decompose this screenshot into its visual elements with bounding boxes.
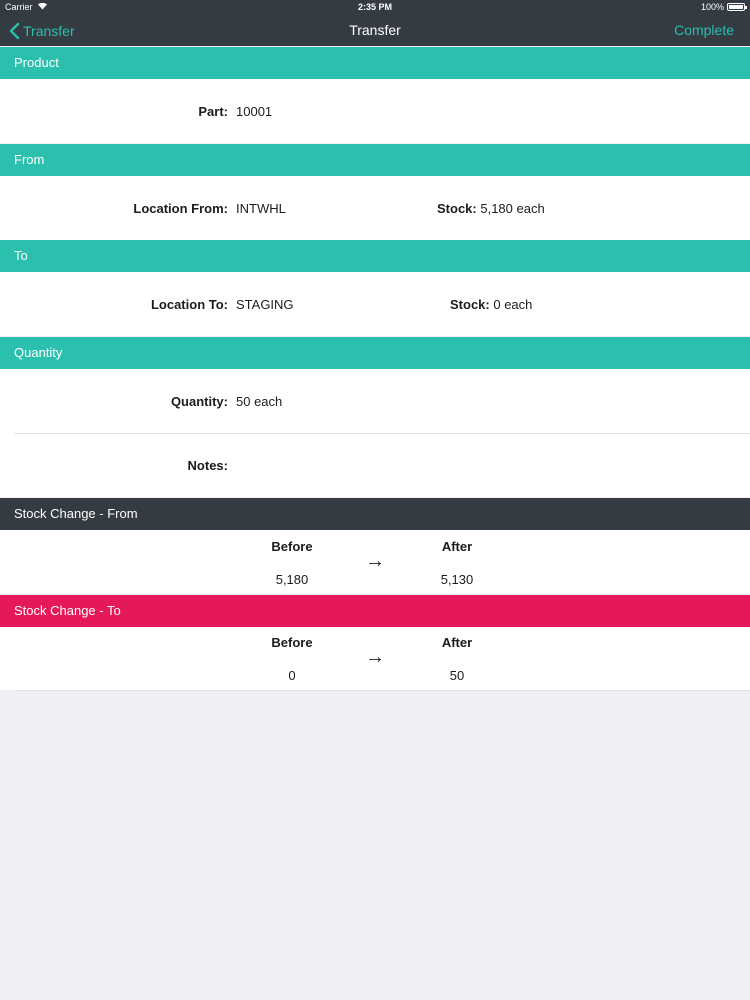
complete-button[interactable]: Complete — [674, 22, 734, 38]
arrow-right-icon: → — [365, 550, 385, 572]
location-to-value[interactable]: STAGING — [236, 297, 294, 312]
from-panel: Location From: INTWHL Stock: 5,180 each — [0, 176, 750, 240]
to-panel: Location To: STAGING Stock: 0 each — [0, 272, 750, 336]
page-title: Transfer — [349, 22, 401, 38]
section-header-stock-change-from: Stock Change - From — [0, 498, 750, 530]
product-panel: Part: 10001 — [0, 79, 750, 143]
section-header-from: From — [0, 144, 750, 176]
quantity-panel: Quantity: 50 each Notes: — [0, 369, 750, 497]
stock-change-from-after-value: 5,130 — [440, 572, 474, 587]
divider — [14, 433, 750, 434]
section-header-product: Product — [0, 47, 750, 79]
location-from-label: Location From: — [133, 201, 228, 216]
quantity-value[interactable]: 50 each — [236, 394, 282, 409]
stock-change-to-after-label: After — [441, 635, 473, 650]
to-stock-label: Stock: — [450, 297, 490, 312]
quantity-label: Quantity: — [170, 394, 228, 409]
section-header-stock-change-to: Stock Change - To — [0, 595, 750, 627]
to-stock-value: 0 each — [493, 297, 533, 312]
battery-icon — [727, 3, 747, 11]
arrow-right-icon: → — [365, 646, 385, 668]
from-stock-label: Stock: — [437, 201, 477, 216]
location-to-label: Location To: — [150, 297, 228, 312]
part-label: Part: — [198, 104, 228, 119]
notes-label: Notes: — [187, 458, 228, 473]
from-stock-value: 5,180 each — [480, 201, 545, 216]
stock-change-from-panel: Before After → 5,180 5,130 — [0, 530, 750, 594]
to-stock: Stock: 0 each — [450, 297, 532, 312]
section-header-to: To — [0, 240, 750, 272]
stock-change-to-after-value: 50 — [449, 668, 465, 683]
stock-change-from-before-label: Before — [271, 539, 313, 554]
status-bar: Carrier 2:35 PM 100% — [0, 0, 750, 14]
part-value[interactable]: 10001 — [236, 104, 272, 119]
status-time: 2:35 PM — [357, 2, 392, 12]
bottom-divider — [14, 690, 750, 691]
stock-change-to-panel: Before After → 0 50 — [0, 627, 750, 690]
stock-change-to-before-value: 0 — [288, 668, 296, 683]
battery-percent: 100% — [700, 2, 724, 12]
section-header-quantity: Quantity — [0, 337, 750, 369]
stock-change-from-after-label: After — [441, 539, 473, 554]
navigation-bar: Carrier 2:35 PM 100% Transfer Transfer C… — [0, 0, 750, 46]
stock-change-from-before-value: 5,180 — [275, 572, 309, 587]
location-from-value[interactable]: INTWHL — [236, 201, 286, 216]
stock-change-to-before-label: Before — [271, 635, 313, 650]
from-stock: Stock: 5,180 each — [437, 201, 545, 216]
